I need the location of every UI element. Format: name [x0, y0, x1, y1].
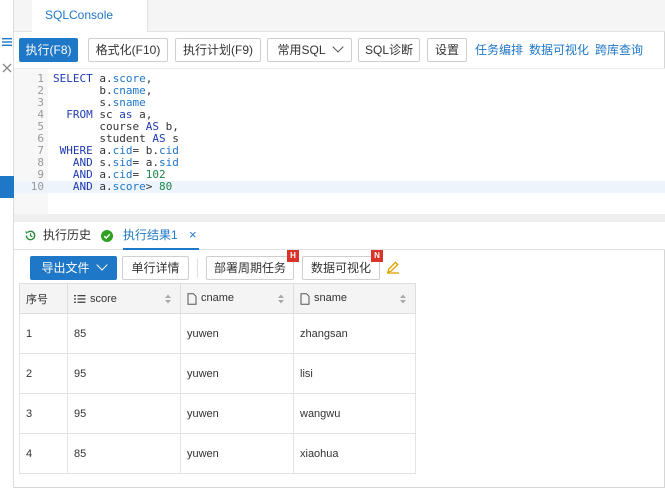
common-sql-label: 常用SQL: [277, 43, 326, 57]
table-cell[interactable]: 2: [19, 353, 68, 394]
deploy-periodic-task-button[interactable]: 部署周期任务: [206, 256, 294, 280]
table-row[interactable]: 3 95 yuwen wangwu: [19, 393, 416, 434]
column-header-index[interactable]: 序号: [19, 283, 68, 314]
task-orchestration-link[interactable]: 任务编排: [475, 38, 523, 62]
history-icon: [25, 230, 36, 241]
code-line: AND a.score> 80: [72, 180, 173, 193]
sort-icon[interactable]: [277, 293, 285, 305]
row-detail-label: 单行详情: [131, 261, 180, 275]
editor-toolbar: 执行(F8) 格式化(F10) 执行计划(F9) 常用SQL SQL诊断 设置 …: [14, 32, 665, 68]
deploy-periodic-task-label: 部署周期任务: [213, 261, 286, 275]
table-row[interactable]: 4 85 yuwen xiaohua: [19, 433, 416, 474]
data-visualization-button[interactable]: 数据可视化: [302, 256, 380, 280]
settings-button[interactable]: 设置: [427, 38, 467, 62]
sort-icon[interactable]: [164, 293, 172, 305]
table-cell[interactable]: 95: [67, 353, 181, 394]
tab-sqlconsole-label: SQLConsole: [45, 8, 114, 22]
new-badge: N: [371, 250, 383, 262]
column-header-label: sname: [314, 292, 348, 305]
table-cell[interactable]: 4: [19, 433, 68, 474]
chevron-down-icon: [331, 41, 344, 53]
execution-plan-button[interactable]: 执行计划(F9): [175, 38, 261, 62]
tab-result-1-label: 执行结果1: [123, 228, 178, 242]
tab-execution-history-label: 执行历史: [43, 228, 92, 242]
sql-diagnose-label: SQL诊断: [364, 43, 413, 57]
left-rail: [0, 0, 14, 488]
result-tabs: 执行历史 执行结果1 ×: [14, 222, 665, 250]
sql-diagnose-button[interactable]: SQL诊断: [358, 38, 420, 62]
format-button[interactable]: 格式化(F10): [88, 38, 168, 62]
table-cell[interactable]: 95: [67, 393, 181, 434]
column-header-cname[interactable]: cname: [180, 283, 294, 314]
line-number: 10: [30, 180, 44, 193]
result-table: 序号 score cname sname 1 85 yuwen zhangsan…: [19, 283, 416, 474]
panel-divider[interactable]: [14, 214, 665, 222]
table-cell[interactable]: 1: [19, 313, 68, 354]
hot-badge: H: [287, 250, 299, 262]
common-sql-dropdown[interactable]: 常用SQL: [267, 38, 352, 62]
data-visualization-label: 数据可视化: [310, 261, 371, 275]
list-menu-icon[interactable]: [1, 36, 13, 48]
table-cell[interactable]: wangwu: [293, 393, 416, 434]
sort-icon[interactable]: [399, 293, 407, 305]
export-file-label: 导出文件: [41, 261, 90, 275]
table-header-row: 序号 score cname sname: [19, 283, 416, 314]
rail-selection-indicator: [0, 176, 14, 198]
table-row[interactable]: 1 85 yuwen zhangsan: [19, 313, 416, 354]
result-toolbar: 导出文件 单行详情 部署周期任务 H 数据可视化 N: [14, 250, 665, 282]
tab-execution-history[interactable]: 执行历史: [24, 222, 91, 250]
format-button-label: 格式化(F10): [95, 43, 161, 57]
column-header-label: score: [90, 292, 117, 305]
column-header-score[interactable]: score: [67, 283, 181, 314]
column-header-sname[interactable]: sname: [293, 283, 416, 314]
table-cell[interactable]: xiaohua: [293, 433, 416, 474]
edit-highlight-icon[interactable]: [386, 260, 400, 274]
table-cell[interactable]: 3: [19, 393, 68, 434]
number-column-icon: [74, 294, 86, 303]
run-button[interactable]: 执行(F8): [19, 38, 78, 62]
table-cell[interactable]: 85: [67, 433, 181, 474]
column-header-label: cname: [201, 292, 235, 305]
close-tab-icon[interactable]: ×: [189, 227, 197, 242]
table-cell[interactable]: yuwen: [180, 353, 294, 394]
table-cell[interactable]: yuwen: [180, 393, 294, 434]
tab-bar: SQLConsole: [14, 0, 665, 32]
text-column-icon: [300, 292, 310, 305]
data-visualization-link[interactable]: 数据可视化: [529, 38, 589, 62]
tab-result-1[interactable]: 执行结果1 ×: [123, 222, 199, 250]
sql-editor[interactable]: 1 SELECT a.score, 2 b.cname, 3 s.sname 4 …: [14, 68, 665, 215]
text-column-icon: [187, 292, 197, 305]
row-detail-button[interactable]: 单行详情: [122, 256, 189, 280]
success-check-icon: [101, 230, 113, 242]
export-file-dropdown[interactable]: 导出文件: [30, 256, 117, 280]
table-cell[interactable]: yuwen: [180, 313, 294, 354]
cross-db-query-link[interactable]: 跨库查询: [595, 38, 643, 62]
table-cell[interactable]: zhangsan: [293, 313, 416, 354]
settings-label: 设置: [434, 43, 459, 57]
execution-plan-label: 执行计划(F9): [183, 43, 253, 57]
run-button-label: 执行(F8): [25, 43, 72, 57]
table-cell[interactable]: 85: [67, 313, 181, 354]
table-cell[interactable]: yuwen: [180, 433, 294, 474]
column-header-label: 序号: [26, 293, 48, 306]
table-row[interactable]: 2 95 yuwen lisi: [19, 353, 416, 394]
table-cell[interactable]: lisi: [293, 353, 416, 394]
close-icon[interactable]: [1, 62, 13, 74]
tab-sqlconsole[interactable]: SQLConsole: [32, 0, 148, 32]
toolbar-separator: [197, 258, 198, 278]
chevron-down-icon: [95, 259, 108, 271]
